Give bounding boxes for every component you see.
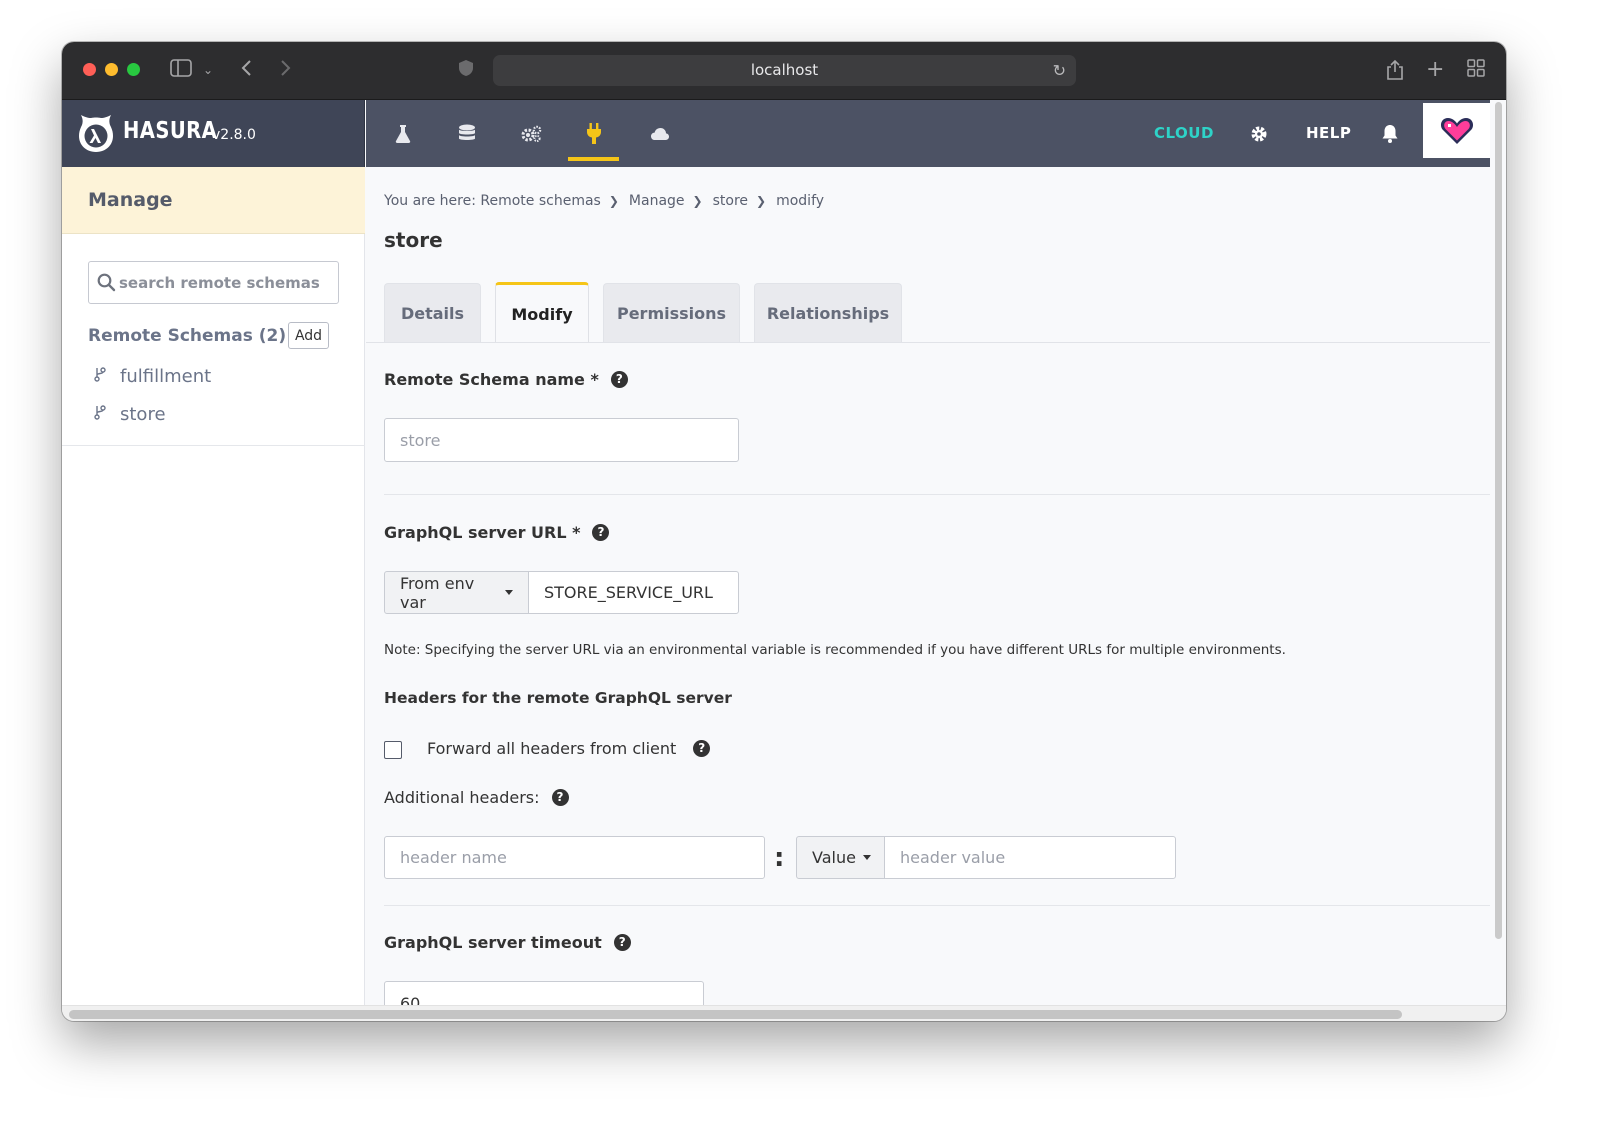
help-question-icon[interactable]: ? (693, 740, 711, 757)
timeout-label: GraphQL server timeout ? (384, 933, 631, 952)
zoom-window-button[interactable] (127, 63, 140, 76)
chevron-right-icon: ❯ (608, 194, 619, 208)
caret-down-icon (862, 855, 871, 860)
share-icon[interactable] (1386, 59, 1404, 87)
sidebar-item-label: store (120, 403, 166, 425)
reload-icon[interactable]: ↻ (1053, 55, 1066, 86)
header-value-type-dropdown[interactable]: Value (796, 836, 885, 879)
sidebar-item-fulfillment[interactable]: fulfillment (94, 364, 211, 388)
help-question-icon[interactable]: ? (613, 934, 631, 951)
add-remote-schema-button[interactable]: Add (288, 322, 329, 349)
love-button[interactable] (1423, 103, 1490, 158)
schema-name-label: Remote Schema name * ? (384, 370, 628, 389)
remote-schemas-heading[interactable]: Remote Schemas (2) (88, 326, 286, 346)
cloud-icon[interactable] (642, 120, 678, 148)
help-question-icon[interactable]: ? (610, 371, 628, 388)
forward-headers-label: Forward all headers from client ? (427, 739, 711, 758)
plug-icon[interactable] (576, 120, 612, 148)
branch-icon (94, 366, 108, 386)
sidebar-title: Manage (88, 189, 173, 211)
breadcrumb-manage[interactable]: Manage (629, 193, 685, 209)
header-separator: : (774, 843, 785, 873)
breadcrumb: You are here: Remote schemas ❯ Manage ❯ … (384, 193, 824, 209)
tab-permissions[interactable]: Permissions (603, 283, 740, 342)
sidebar-toggle-icon[interactable] (170, 59, 192, 83)
schema-name-input[interactable] (384, 418, 739, 462)
server-url-env-input[interactable] (528, 571, 739, 614)
horizontal-scrollbar[interactable] (69, 1010, 1402, 1019)
chevron-right-icon: ❯ (692, 194, 703, 208)
caret-down-icon (505, 590, 513, 595)
breadcrumb-remote-schemas[interactable]: Remote schemas (480, 193, 600, 209)
search-box[interactable] (88, 261, 339, 304)
server-url-label: GraphQL server URL * ? (384, 523, 610, 542)
tab-relationships[interactable]: Relationships (754, 283, 902, 342)
sidebar-header: Manage (62, 167, 365, 234)
tab-overview-icon[interactable] (1467, 59, 1485, 83)
branch-icon (94, 404, 108, 424)
main-panel: You are here: Remote schemas ❯ Manage ❯ … (366, 167, 1490, 1005)
sidebar-item-label: fulfillment (120, 365, 212, 387)
settings-gear-icon[interactable] (1241, 120, 1277, 148)
address-bar[interactable]: localhost ↻ (493, 55, 1076, 86)
section-divider (384, 494, 1490, 495)
chevron-right-icon: ❯ (756, 194, 767, 208)
brand-header: HASURA v2.8.0 (62, 100, 365, 167)
forward-arrow-icon[interactable] (280, 59, 292, 83)
headers-heading: Headers for the remote GraphQL server (384, 689, 732, 707)
active-nav-indicator (568, 157, 619, 161)
sidebar: Manage Remote Schemas (2) Add fulfillmen… (62, 167, 365, 1005)
tab-details[interactable]: Details (384, 283, 481, 342)
notification-bell-icon[interactable] (1372, 120, 1408, 148)
forward-headers-checkbox[interactable] (384, 741, 402, 759)
flask-icon[interactable] (385, 120, 421, 148)
back-arrow-icon[interactable] (240, 59, 252, 83)
gears-icon[interactable] (513, 120, 549, 148)
hasura-logo-icon[interactable] (74, 111, 118, 155)
browser-titlebar: ⌄ localhost ↻ + (62, 42, 1506, 100)
help-question-icon[interactable]: ? (551, 789, 569, 806)
browser-window: ⌄ localhost ↻ + HASURA v2.8.0 CLOUD HELP… (62, 42, 1506, 1021)
help-link[interactable]: HELP (1306, 124, 1351, 142)
heart-icon (1440, 117, 1473, 144)
brand-name: HASURA (123, 118, 218, 144)
page-content: HASURA v2.8.0 CLOUD HELP Manage search r… (62, 100, 1490, 1005)
horizontal-scroll-track (62, 1005, 1506, 1021)
vertical-scrollbar[interactable] (1495, 102, 1502, 939)
breadcrumb-prefix: You are here: (384, 193, 476, 209)
header-value-input[interactable] (884, 836, 1176, 879)
tabs-divider (366, 342, 1490, 343)
url-source-dropdown[interactable]: From env var (384, 571, 529, 614)
timeout-input[interactable] (384, 981, 704, 1005)
sidebar-divider (62, 445, 365, 446)
tab-modify[interactable]: Modify (495, 282, 589, 343)
header-name-input[interactable] (384, 836, 765, 879)
minimize-window-button[interactable] (105, 63, 118, 76)
breadcrumb-modify: modify (776, 193, 825, 209)
search-input[interactable] (119, 262, 334, 303)
close-window-button[interactable] (83, 63, 96, 76)
breadcrumb-store[interactable]: store (713, 193, 748, 209)
sidebar-item-store[interactable]: store (94, 402, 166, 426)
top-nav: CLOUD HELP (366, 100, 1490, 167)
search-icon (97, 273, 116, 296)
cloud-link[interactable]: CLOUD (1154, 124, 1214, 142)
version-label: v2.8.0 (212, 127, 256, 143)
privacy-shield-icon[interactable] (458, 59, 474, 83)
additional-headers-label: Additional headers: ? (384, 788, 569, 807)
url-text: localhost (750, 61, 819, 79)
database-icon[interactable] (449, 120, 485, 148)
chevron-down-icon[interactable]: ⌄ (203, 59, 213, 81)
section-divider (384, 905, 1490, 906)
url-note: Note: Specifying the server URL via an e… (384, 642, 1286, 658)
page-title: store (384, 228, 443, 252)
help-question-icon[interactable]: ? (592, 524, 610, 541)
new-tab-icon[interactable]: + (1426, 59, 1444, 81)
